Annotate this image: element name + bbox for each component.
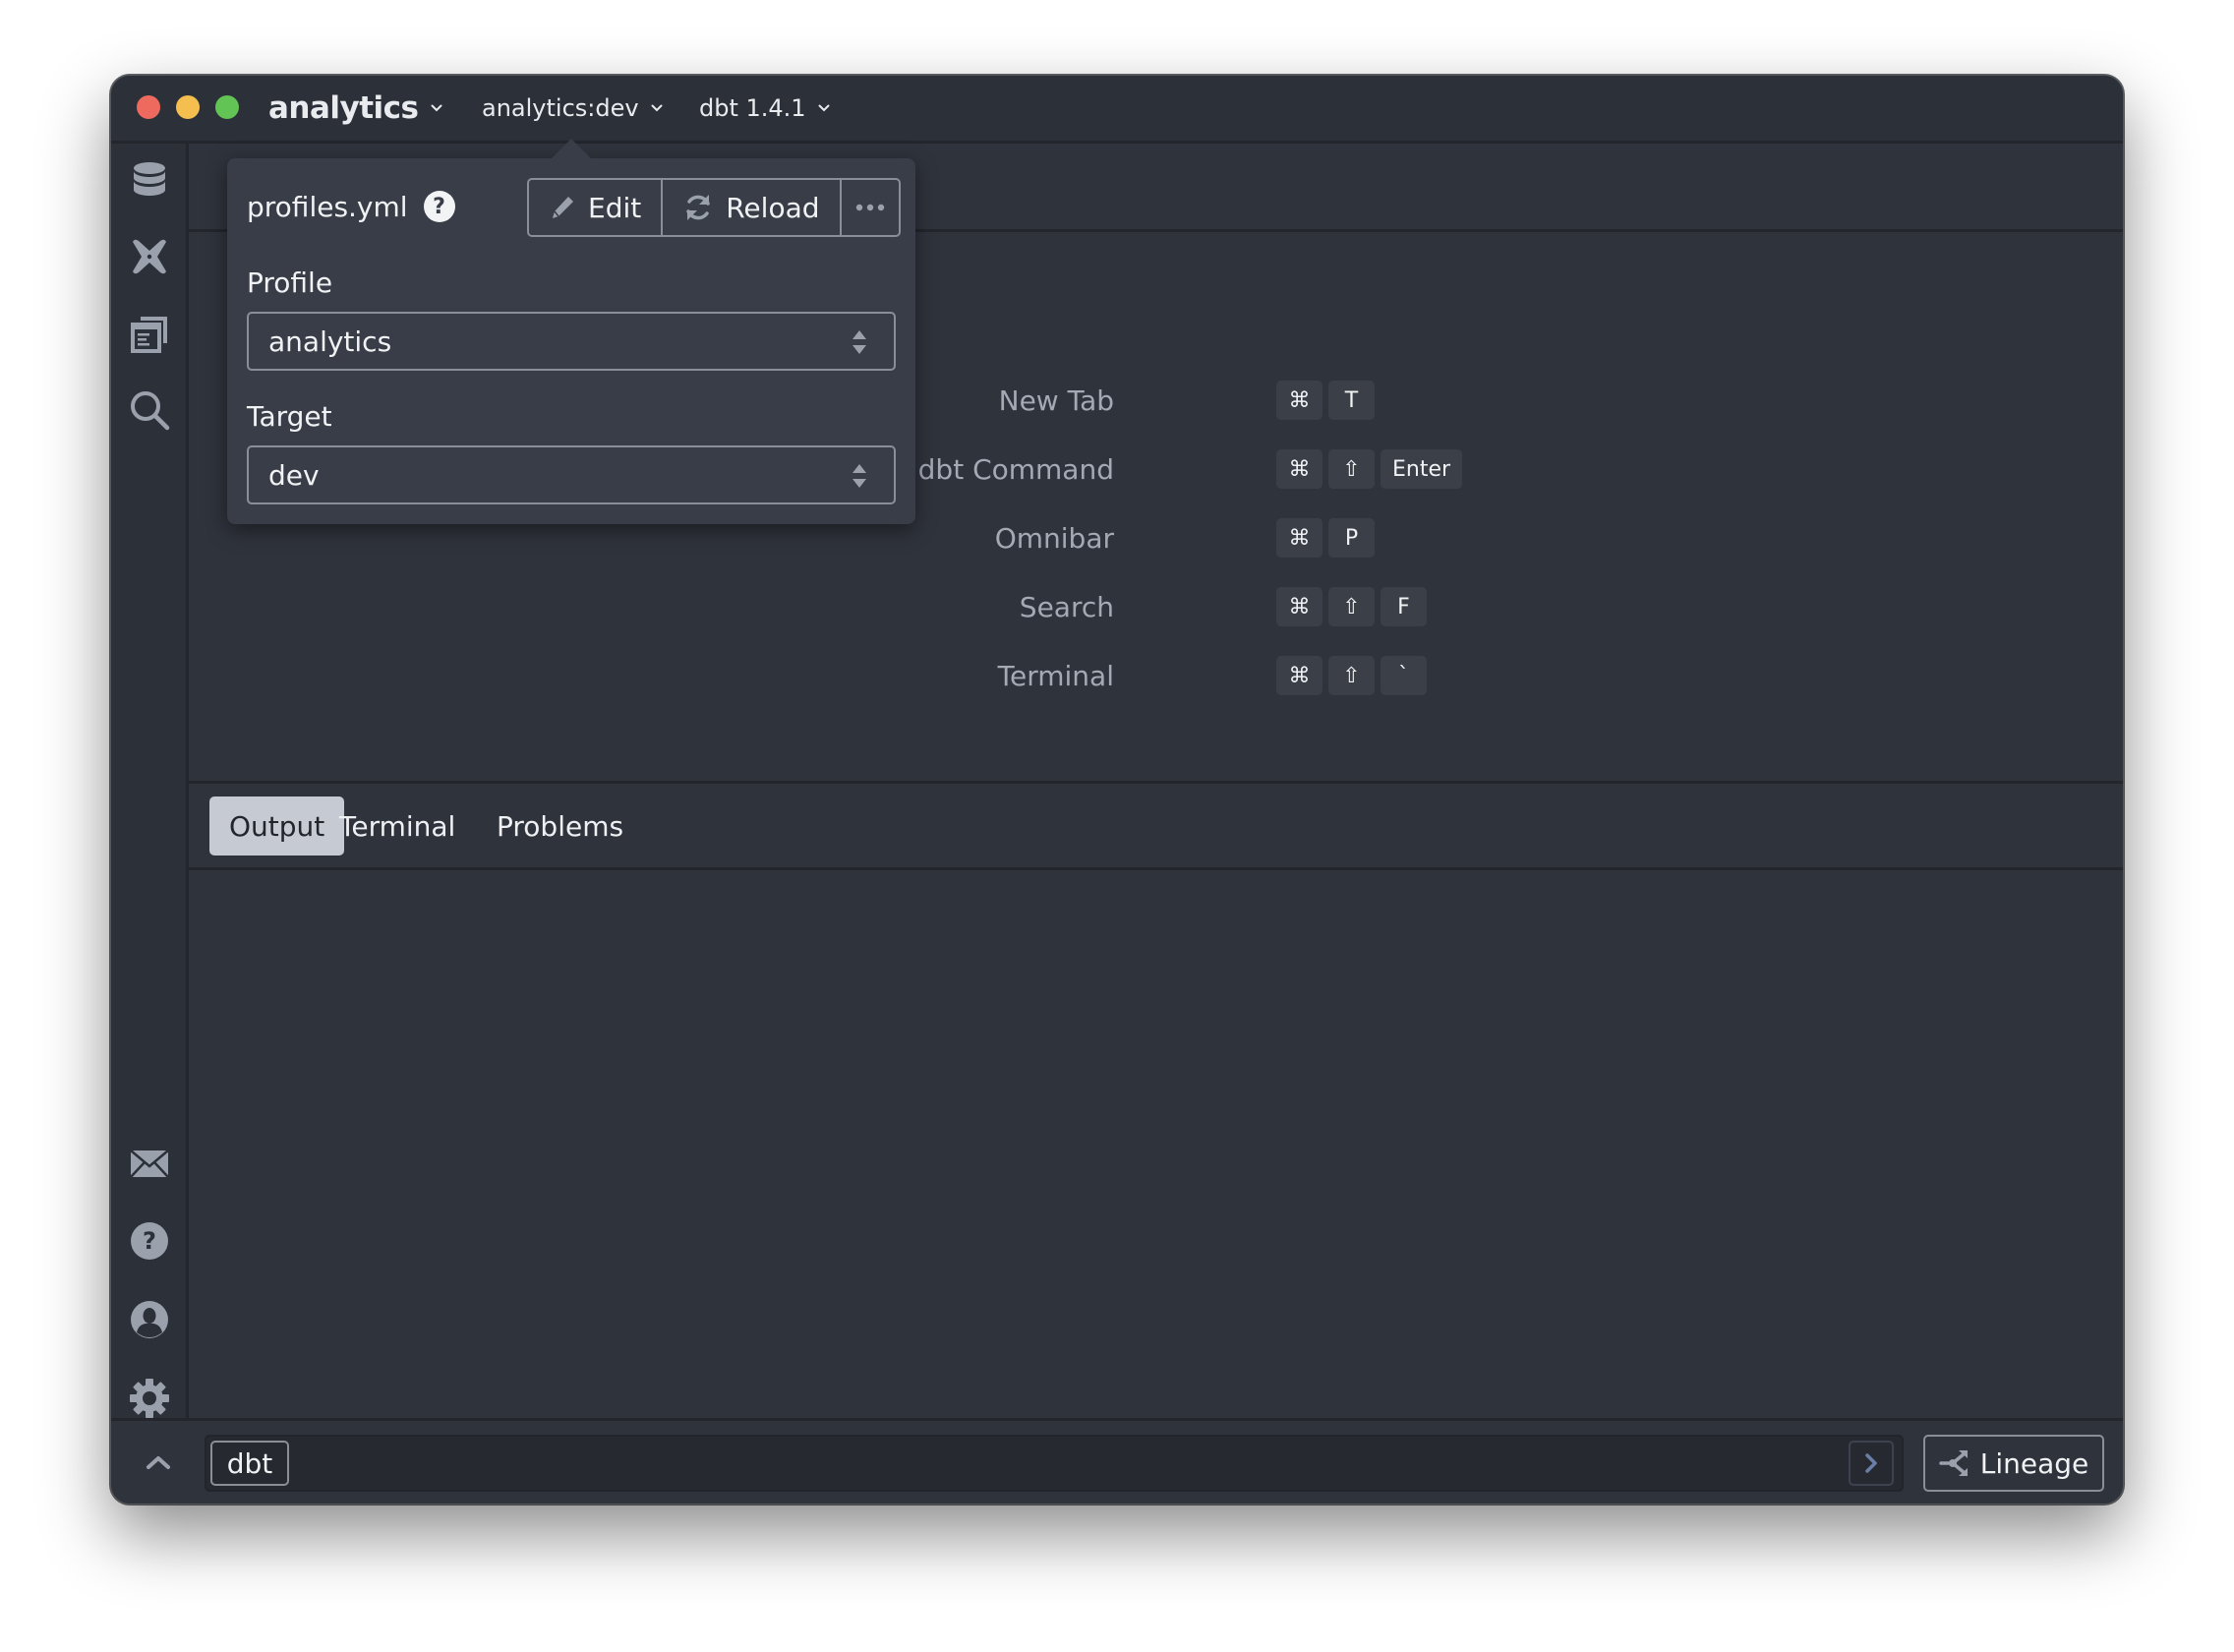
edit-label: Edit [588, 191, 642, 224]
reload-button[interactable]: Reload [661, 180, 839, 235]
user-icon [131, 1301, 168, 1338]
shortcut-row: Terminal ⌘ ⇧ ` [189, 653, 2123, 698]
sidebar-item-database[interactable] [129, 159, 170, 201]
key-shift: ⇧ [1328, 587, 1375, 626]
windows-icon [131, 317, 167, 353]
chevron-down-icon [818, 104, 830, 112]
toggle-panel-button[interactable] [139, 1443, 178, 1482]
sidebar-item-feedback[interactable] [129, 1143, 170, 1184]
close-window-button[interactable] [137, 95, 160, 119]
reload-label: Reload [726, 191, 820, 224]
help-icon: ? [131, 1222, 168, 1260]
select-arrows-icon [852, 330, 866, 354]
key-command: ⌘ [1276, 449, 1323, 489]
environment-selector[interactable]: analytics:dev [482, 76, 663, 141]
key-shift: ⇧ [1328, 449, 1375, 489]
popover-actions: Edit Reload [527, 178, 901, 237]
key-shift: ⇧ [1328, 656, 1375, 695]
panel-tab-bar: Output Terminal Problems [189, 784, 2123, 870]
lineage-label: Lineage [1979, 1446, 2089, 1480]
maximize-window-button[interactable] [215, 95, 239, 119]
popover-arrow [552, 139, 591, 158]
target-label: Target [247, 400, 332, 433]
popover-title: profiles.yml [247, 190, 408, 223]
output-panel [189, 873, 2123, 1418]
sidebar-item-search[interactable] [129, 389, 170, 431]
mail-icon [130, 1150, 169, 1178]
profile-popover: profiles.yml ? Edit Reload Profile analy… [227, 139, 915, 524]
svg-text:?: ? [143, 1227, 156, 1255]
chevron-up-icon [147, 1456, 170, 1469]
profile-value: analytics [268, 324, 392, 358]
sidebar-item-help[interactable]: ? [129, 1220, 170, 1262]
command-prefix-chip: dbt [210, 1441, 289, 1486]
sidebar: ? [111, 144, 189, 1418]
key-command: ⌘ [1276, 656, 1323, 695]
key: F [1381, 587, 1427, 626]
minimize-window-button[interactable] [176, 95, 200, 119]
chevron-down-icon [431, 104, 442, 112]
run-command-button[interactable] [1849, 1441, 1894, 1486]
lineage-button[interactable]: Lineage [1923, 1435, 2104, 1492]
sidebar-item-account[interactable] [129, 1299, 170, 1340]
more-options-button[interactable] [839, 180, 899, 235]
key: T [1328, 381, 1375, 420]
search-icon [131, 391, 170, 431]
key-command: ⌘ [1276, 381, 1323, 420]
dbt-version-selector[interactable]: dbt 1.4.1 [699, 76, 830, 141]
sidebar-item-dbt[interactable] [129, 236, 170, 277]
shortcut-row: Search ⌘ ⇧ F [189, 584, 2123, 629]
chevron-right-icon [1865, 1453, 1877, 1473]
project-selector[interactable]: analytics [268, 76, 442, 141]
select-arrows-icon [852, 464, 866, 488]
app-window: analytics analytics:dev dbt 1.4.1 ? New … [110, 75, 2124, 1504]
shortcut-label: Search [1019, 590, 1114, 623]
refresh-icon [686, 195, 710, 220]
profile-label: Profile [247, 266, 333, 299]
gear-icon [130, 1379, 169, 1418]
edit-button[interactable]: Edit [529, 180, 661, 235]
command-bar: dbt Lineage [111, 1418, 2123, 1504]
sidebar-item-settings[interactable] [129, 1378, 170, 1419]
sidebar-item-tabs[interactable] [129, 313, 170, 354]
shortcut-label: Omnibar [994, 521, 1114, 555]
tab-terminal[interactable]: Terminal [320, 796, 475, 856]
pencil-icon [553, 197, 573, 218]
project-name: analytics [268, 90, 419, 126]
dbt-version: dbt 1.4.1 [699, 94, 806, 122]
shortcut-label: Terminal [997, 659, 1114, 692]
ellipsis-icon [855, 204, 884, 211]
popover-header: profiles.yml ? [247, 186, 455, 227]
lineage-icon [1938, 1450, 1968, 1476]
key-command: ⌘ [1276, 587, 1323, 626]
key: ` [1381, 656, 1427, 695]
dbt-logo-icon [133, 239, 166, 274]
key: Enter [1381, 449, 1463, 489]
profile-select[interactable]: analytics [247, 312, 896, 371]
key: P [1328, 518, 1375, 558]
help-icon[interactable]: ? [423, 191, 455, 222]
target-select[interactable]: dev [247, 445, 896, 504]
database-icon [134, 162, 165, 196]
titlebar: analytics analytics:dev dbt 1.4.1 [111, 76, 2123, 144]
chevron-down-icon [651, 104, 663, 112]
dbt-command-input[interactable]: dbt [205, 1435, 1904, 1492]
tab-problems[interactable]: Problems [477, 796, 643, 856]
target-value: dev [268, 458, 320, 492]
environment-name: analytics:dev [482, 94, 639, 122]
key-command: ⌘ [1276, 518, 1323, 558]
